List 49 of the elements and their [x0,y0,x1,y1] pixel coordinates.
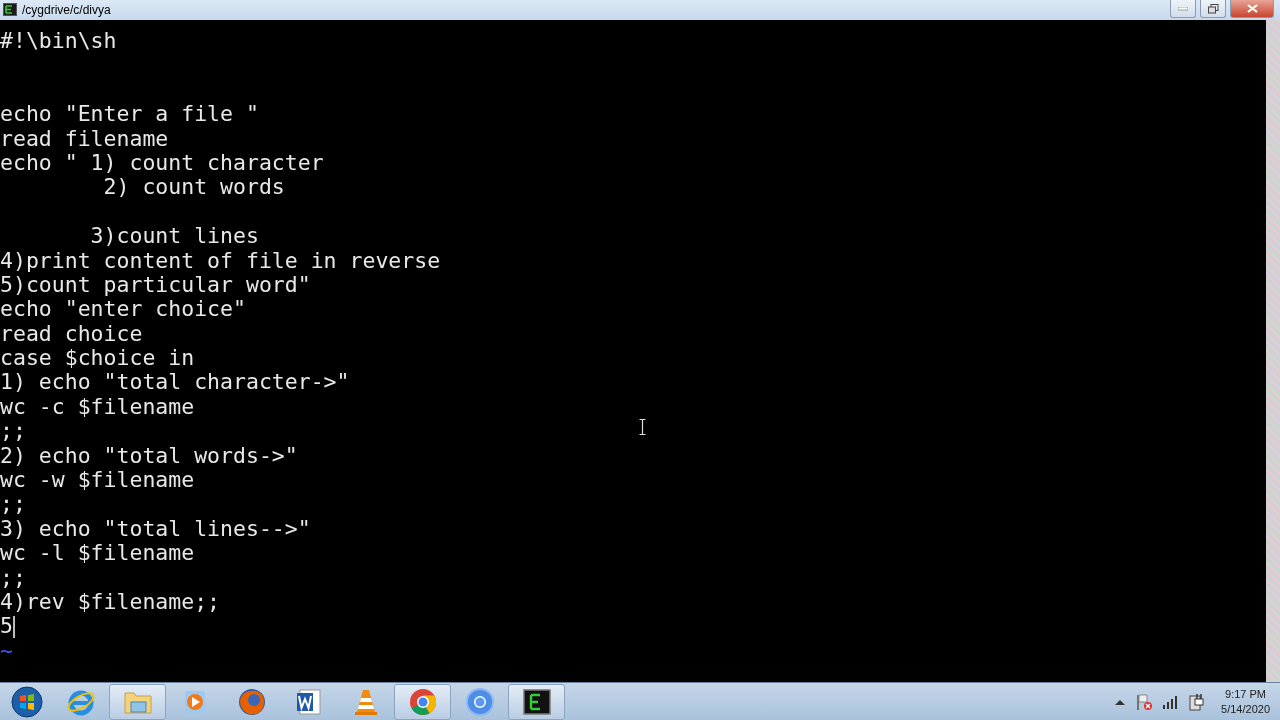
code-line: wc -c $filename [0,394,195,420]
play-icon [182,688,207,715]
power-plug-icon[interactable] [1189,692,1206,711]
code-line: 2) count words [102,175,285,200]
code-line: 1) echo "total character->" [0,370,350,395]
taskbar-app[interactable] [508,683,565,720]
terminal-icon [522,688,551,715]
code-line: echo "Enter a file " [0,102,259,127]
code-line: ;; [0,419,26,444]
signal-bars-icon[interactable] [1163,694,1180,709]
scrollbar[interactable] [1266,20,1280,682]
restore-button[interactable] [1200,0,1226,18]
code-line: wc -l $filename [0,541,195,566]
code-line: 5 [0,614,13,639]
code-line: 5)count particular word" [0,272,311,298]
clock-time: 9:17 PM [1225,686,1266,702]
close-icon [1246,4,1258,13]
code-line: echo " 1) count character [0,150,324,176]
terminal-icon [3,3,17,16]
window-title: /cygdrive/c/divya [22,2,111,19]
code-line: #!\bin\sh [0,29,117,54]
code-line: read filename [0,126,169,151]
close-button[interactable] [1230,0,1274,18]
code-line: 2) echo "total words->" [0,443,298,469]
minimize-icon [1178,6,1188,11]
code-line: 4)print content of file in reverse [0,248,441,273]
tilde-marker: ~ [0,638,13,664]
document-w-icon [294,687,323,716]
ibeam-cursor-icon [639,419,646,435]
code-line: ;; [0,565,26,590]
text-cursor [12,615,15,638]
chrome-icon [407,686,438,717]
clock-date: 5/14/2020 [1221,701,1270,717]
code-line: case $choice in [0,346,195,371]
flag-error-icon[interactable] [1135,692,1154,711]
start-orb-icon [11,685,43,718]
clock[interactable]: 9:17 PM 5/14/2020 [1215,686,1270,717]
restore-icon [1207,3,1219,14]
code-line: 4)rev $filename;; [0,590,221,615]
code-line: 3) echo "total lines-->" [0,516,311,542]
code-line: echo "enter choice" [0,297,246,322]
code-line: read choice [0,321,143,347]
chromium-icon [464,686,495,717]
show-hidden-icons-icon[interactable] [1115,698,1126,705]
fox-globe-icon [236,686,267,717]
code-line: wc -w $filename [0,468,195,493]
traffic-cone-icon [352,687,379,716]
code-line: ;; [0,492,26,517]
code-line: 3)count lines [89,224,259,249]
